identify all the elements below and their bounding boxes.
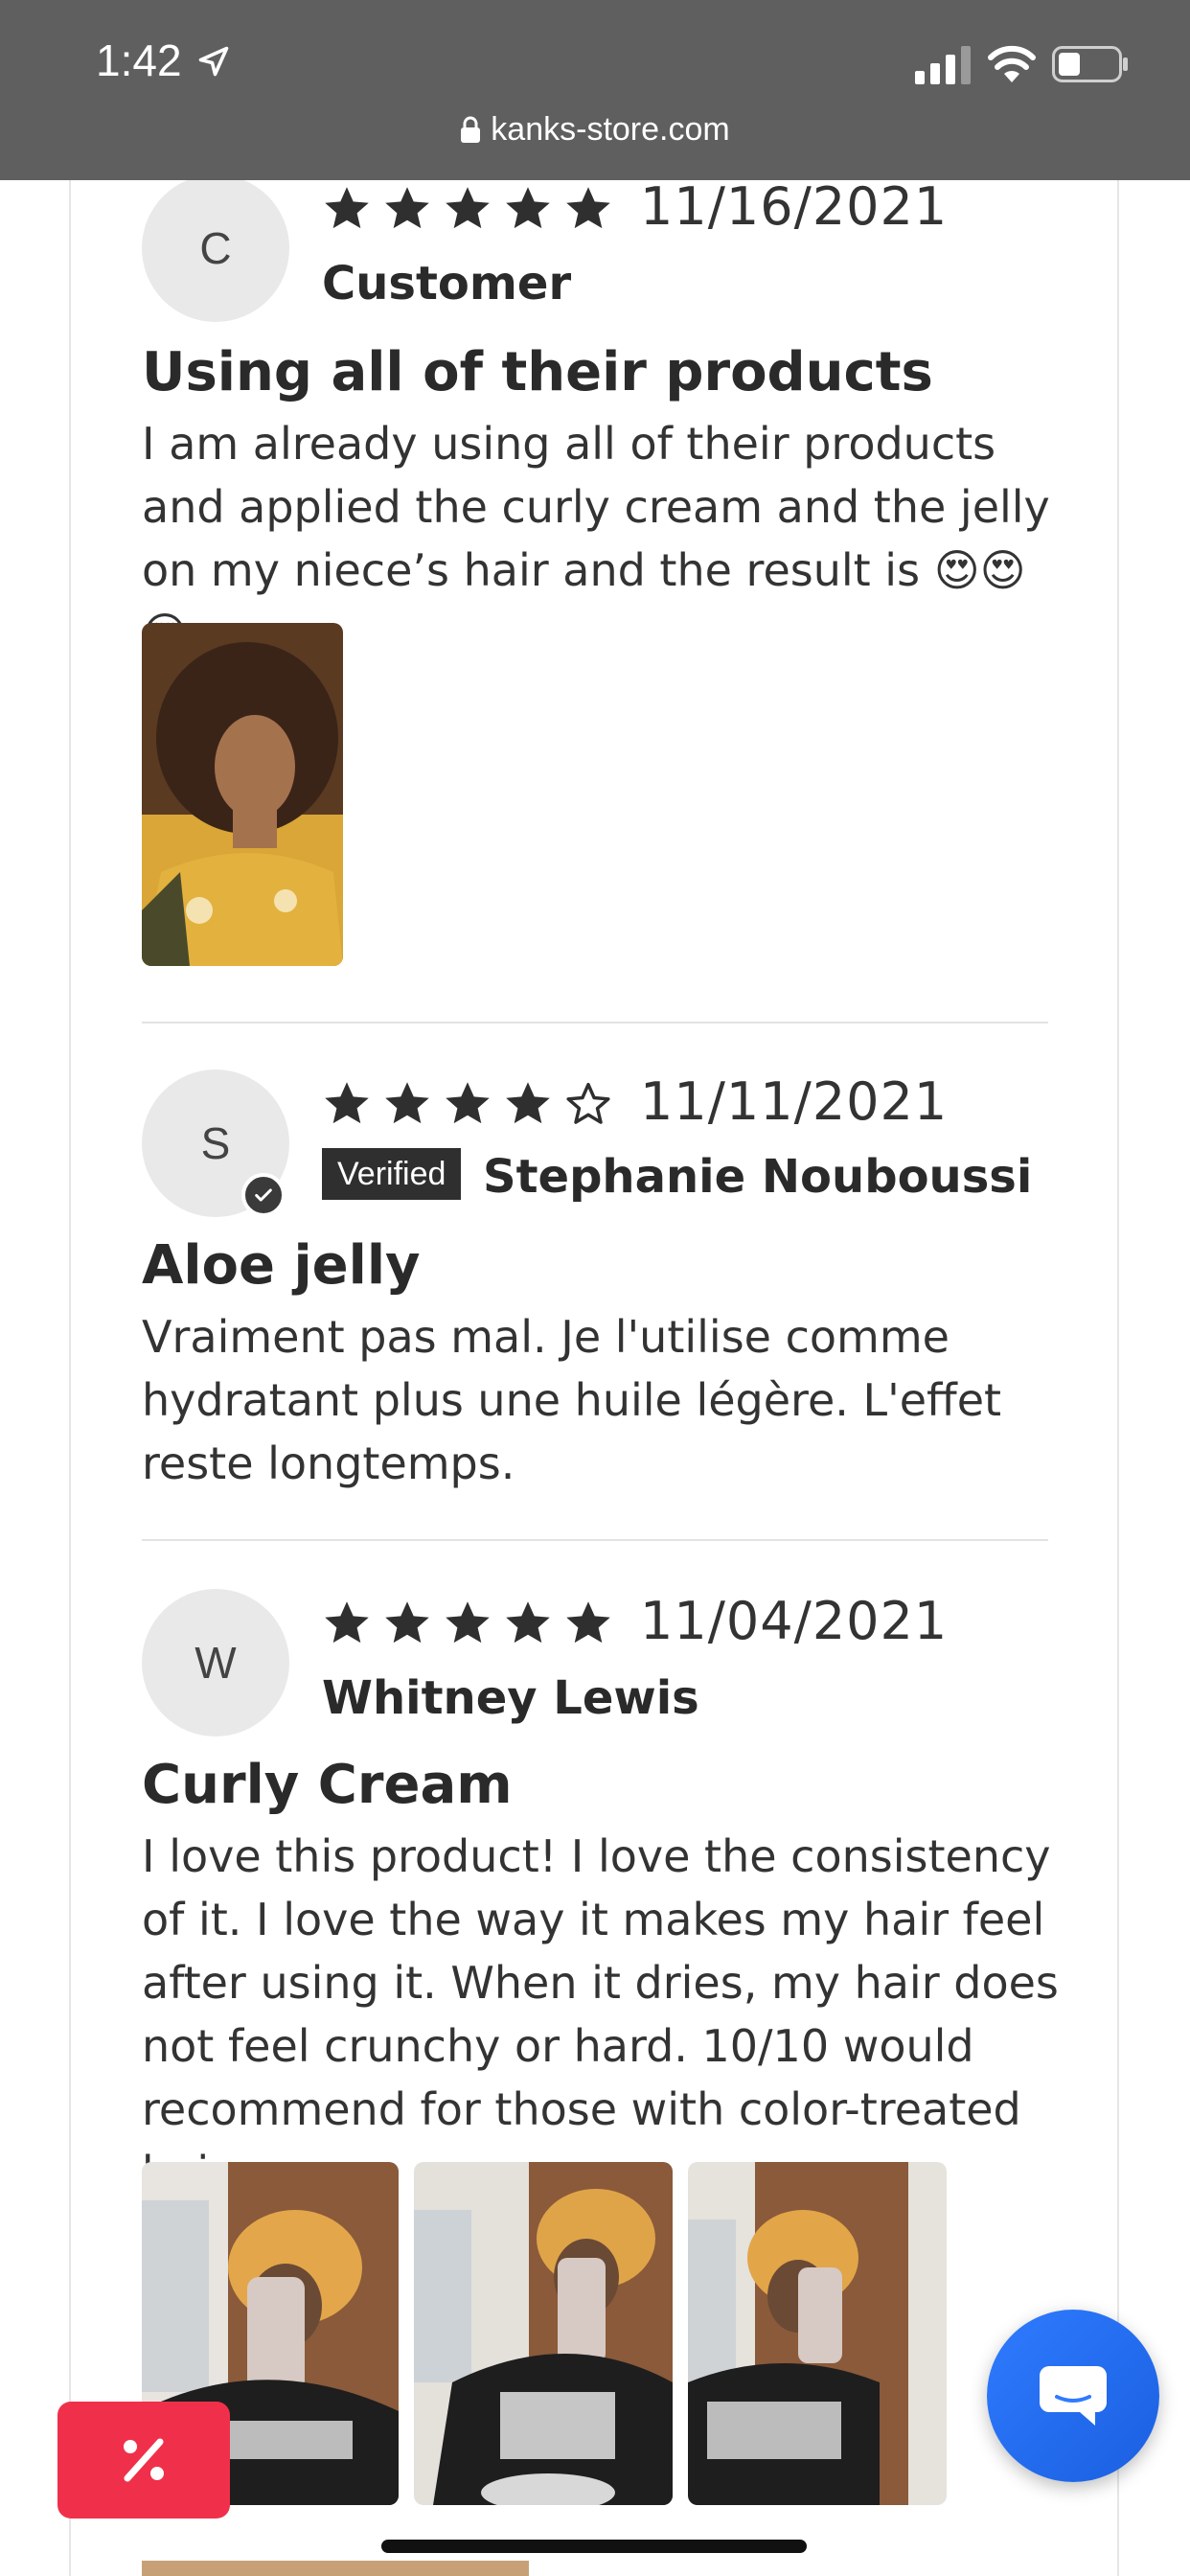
avatar: C [142,174,289,322]
wifi-icon [988,45,1036,82]
location-arrow-icon [198,46,229,77]
star-filled-icon [385,187,429,229]
review-title: Curly Cream [142,1754,513,1816]
review-body-text: I am already using all of their products… [142,418,1050,596]
photo-image [688,2162,947,2505]
star-filled-icon [385,1082,429,1124]
lock-icon [461,116,481,143]
address-bar[interactable]: kanks-store.com [0,111,1190,149]
review-title: Using all of their products [142,341,933,403]
review-title: Aloe jelly [142,1234,421,1297]
review-photo-partial[interactable] [142,2561,529,2576]
status-time: 1:42 [96,35,182,85]
review-photo[interactable] [688,2162,947,2505]
percent-icon [124,2438,164,2482]
review-photo[interactable] [414,2162,673,2505]
star-rating [322,184,613,234]
star-filled-icon [385,1601,429,1644]
star-filled-icon [446,1601,490,1644]
review-divider [142,1539,1048,1541]
review-divider [142,1022,1048,1024]
star-filled-icon [446,187,490,229]
review-date: 11/04/2021 [640,1591,949,1651]
review-body: I love this product! I love the consiste… [142,1830,1059,2198]
photo-image [414,2162,673,2505]
star-rating [322,1598,613,1648]
verified-badge: Verified [322,1148,462,1200]
star-filled-icon [325,187,369,229]
chat-bubble-icon [1040,2366,1107,2426]
star-filled-icon [566,187,610,229]
status-bar: 1:42 kanks-store.com [0,0,1190,180]
star-filled-icon [566,1601,610,1644]
star-filled-icon [446,1082,490,1124]
avatar: W [142,1589,289,1736]
star-rating [322,1079,613,1129]
star-filled-icon [325,1082,369,1124]
avatar-initial: W [195,1638,237,1688]
review-date: 11/16/2021 [640,176,949,237]
photo-image [142,623,343,966]
cellular-signal-icon [915,46,971,84]
review-body: Vraiment pas mal. Je l'utilise comme hyd… [142,1311,1002,1489]
avatar-initial: C [199,223,232,273]
review-author: Stephanie Nouboussi [483,1150,1033,1204]
avatar-initial: S [200,1118,231,1168]
discount-button[interactable] [57,2402,230,2518]
star-empty-icon [566,1082,610,1124]
chat-button[interactable] [987,2310,1159,2482]
star-filled-icon [506,1082,550,1124]
url-text: kanks-store.com [491,111,730,148]
battery-icon [1052,46,1128,82]
review-date: 11/11/2021 [640,1071,949,1132]
review-photo[interactable] [142,623,343,966]
star-filled-icon [506,187,550,229]
star-filled-icon [325,1601,369,1644]
review-author: Whitney Lewis [322,1671,699,1725]
review-author: Customer [322,257,572,310]
home-indicator[interactable] [381,2540,807,2553]
star-filled-icon [506,1601,550,1644]
verified-check-icon [241,1173,286,1217]
